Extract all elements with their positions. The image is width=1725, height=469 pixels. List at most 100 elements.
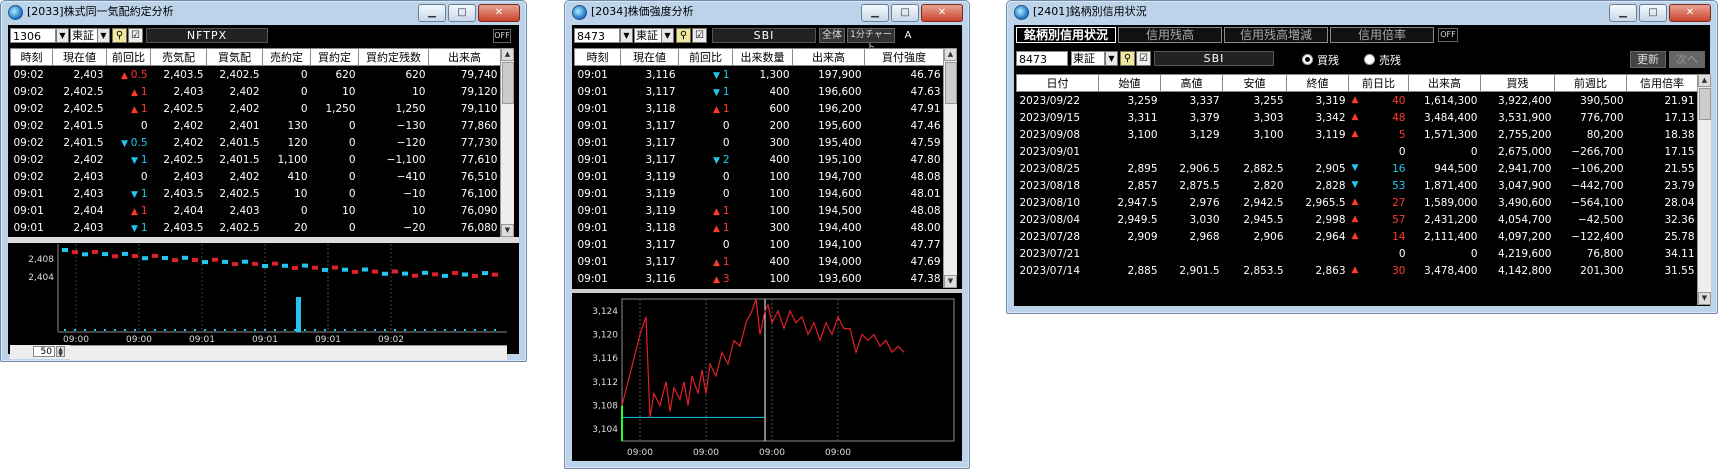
off-toggle[interactable]: OFF bbox=[493, 29, 511, 43]
checkbox-icon[interactable]: ☑ bbox=[128, 28, 143, 43]
search-icon[interactable]: ⚲ bbox=[112, 28, 127, 43]
table-row[interactable]: 09:02 2,402.5 ▲ 1 2,403 2,402 0 10 10 79,120 bbox=[11, 83, 501, 100]
table-row[interactable]: 09:01 3,119 ▲ 1 100 194,500 48.08 bbox=[575, 202, 944, 219]
stock-code-input[interactable]: 1306 bbox=[10, 28, 56, 43]
column-header[interactable]: 買付強度 bbox=[864, 48, 944, 66]
table-row[interactable]: 2023/07/21 0 0 4,219,600 76,800 34.11 bbox=[1017, 245, 1698, 262]
table-row[interactable]: 09:01 3,116 ▼ 1 1,300 197,900 46.76 bbox=[575, 66, 944, 84]
table-row[interactable]: 09:01 2,403 ▼ 1 2,403.5 2,402.5 20 0 −20 76,080 bbox=[11, 219, 501, 236]
column-header[interactable]: 時刻 bbox=[574, 48, 621, 66]
table-row[interactable]: 09:01 3,117 0 100 194,100 47.77 bbox=[575, 236, 944, 253]
table-row[interactable]: 2023/08/10 2,947.5 2,976 2,942.5 2,965.5 ▲ 27 1… bbox=[1017, 194, 1698, 211]
maximize-button[interactable]: □ bbox=[1639, 4, 1667, 22]
table-row[interactable]: 2023/07/14 2,885 2,901.5 2,853.5 2,863 ▲ 30 3,4… bbox=[1017, 262, 1698, 279]
table-scrollbar[interactable]: ▲ ▼ bbox=[943, 48, 957, 288]
column-header[interactable]: 出来高 bbox=[1408, 74, 1481, 92]
table-row[interactable]: 09:01 3,118 ▲ 1 300 194,400 48.00 bbox=[575, 219, 944, 236]
code-dropdown[interactable]: ▼ bbox=[620, 28, 633, 43]
scroll-up-arrow[interactable]: ▲ bbox=[944, 48, 957, 61]
code-dropdown[interactable]: ▼ bbox=[56, 28, 69, 43]
column-header[interactable]: 買残 bbox=[1480, 74, 1555, 92]
column-header[interactable]: 前回比 bbox=[678, 48, 733, 66]
a-button[interactable]: A bbox=[900, 28, 916, 43]
market-dropdown[interactable]: ▼ bbox=[661, 28, 674, 43]
maximize-button[interactable]: □ bbox=[448, 4, 476, 22]
chart-hscrollbar[interactable] bbox=[70, 345, 507, 360]
table-row[interactable]: 09:02 2,402.5 ▲ 1 2,402.5 2,402 0 1,250 1,250 79… bbox=[11, 100, 501, 117]
splitter[interactable] bbox=[8, 237, 519, 243]
close-button[interactable]: ✕ bbox=[921, 4, 963, 22]
tab-margin-balance-change[interactable]: 信用残高増減 bbox=[1224, 27, 1328, 43]
column-header[interactable]: 売気配 bbox=[150, 48, 207, 66]
all-button[interactable]: 全体 bbox=[819, 28, 845, 43]
market-dropdown[interactable]: ▼ bbox=[1105, 51, 1118, 66]
splitter[interactable] bbox=[572, 289, 962, 293]
scroll-up-arrow[interactable]: ▲ bbox=[1698, 74, 1711, 87]
tab-margin-by-stock[interactable]: 銘柄別信用状況 bbox=[1016, 27, 1116, 43]
maximize-button[interactable]: □ bbox=[891, 4, 919, 22]
table-row[interactable]: 09:01 3,117 ▲ 1 400 194,000 47.69 bbox=[575, 253, 944, 270]
column-header[interactable]: 高値 bbox=[1160, 74, 1223, 92]
column-header[interactable]: 現在値 bbox=[620, 48, 679, 66]
market-select[interactable]: 東証 bbox=[70, 28, 98, 43]
column-header[interactable]: 前週比 bbox=[1554, 74, 1627, 92]
zoom-input[interactable]: 50 bbox=[33, 346, 55, 357]
search-icon[interactable]: ⚲ bbox=[1120, 51, 1135, 66]
table-scrollbar[interactable]: ▲ ▼ bbox=[500, 48, 514, 237]
table-row[interactable]: 09:01 2,404 ▲ 1 2,404 2,403 0 10 10 76,090 bbox=[11, 202, 501, 219]
scroll-down-arrow[interactable]: ▼ bbox=[1698, 292, 1711, 305]
column-header[interactable]: 信用倍率 bbox=[1626, 74, 1698, 92]
stock-code-input[interactable]: 8473 bbox=[574, 28, 620, 43]
table-row[interactable]: 09:01 3,116 ▲ 3 100 193,600 47.38 bbox=[575, 270, 944, 287]
market-select[interactable]: 東証 bbox=[1071, 51, 1105, 66]
column-header[interactable]: 買約定残数 bbox=[358, 48, 429, 66]
close-button[interactable]: ✕ bbox=[478, 4, 520, 22]
table-row[interactable]: 2023/08/18 2,857 2,875.5 2,820 2,828 ▼ 53 1,871… bbox=[1017, 177, 1698, 194]
table-row[interactable]: 09:01 3,118 ▲ 1 600 196,200 47.91 bbox=[575, 100, 944, 117]
table-row[interactable]: 2023/09/01 0 0 2,675,000 −266,700 17.15 bbox=[1017, 143, 1698, 160]
off-toggle[interactable]: OFF bbox=[1438, 28, 1458, 42]
table-row[interactable]: 09:01 3,117 0 200 195,600 47.46 bbox=[575, 117, 944, 134]
next-button[interactable]: 次へ bbox=[1669, 51, 1705, 68]
radio-sell-balance[interactable]: 売残 bbox=[1364, 52, 1401, 68]
market-select[interactable]: 東証 bbox=[634, 28, 662, 43]
column-header[interactable]: 売約定 bbox=[262, 48, 311, 66]
column-header[interactable]: 安値 bbox=[1222, 74, 1287, 92]
column-header[interactable]: 始値 bbox=[1098, 74, 1161, 92]
column-header[interactable]: 時刻 bbox=[10, 48, 53, 66]
column-header[interactable]: 出来高 bbox=[792, 48, 865, 66]
scroll-down-arrow[interactable]: ▼ bbox=[501, 224, 514, 237]
window2-titlebar[interactable]: [2034]株価強度分析 ▁ □ ✕ bbox=[565, 1, 969, 23]
table-row[interactable]: 09:02 2,402 ▼ 1 2,402.5 2,401.5 1,100 0 −1,100 7… bbox=[11, 151, 501, 168]
column-header[interactable]: 出来高 bbox=[428, 48, 501, 66]
scroll-thumb[interactable] bbox=[1699, 88, 1711, 120]
scroll-up-arrow[interactable]: ▲ bbox=[501, 48, 514, 61]
scroll-down-arrow[interactable]: ▼ bbox=[944, 275, 957, 288]
table-row[interactable]: 2023/07/28 2,909 2,968 2,906 2,964 ▲ 14 2,111,4… bbox=[1017, 228, 1698, 245]
tab-margin-ratio[interactable]: 信用倍率 bbox=[1330, 27, 1434, 43]
table-row[interactable]: 2023/08/25 2,895 2,906.5 2,882.5 2,905 ▼ 16 944… bbox=[1017, 160, 1698, 177]
column-header[interactable]: 終値 bbox=[1286, 74, 1349, 92]
minimize-button[interactable]: ▁ bbox=[1609, 4, 1637, 22]
column-header[interactable]: 前日比 bbox=[1348, 74, 1409, 92]
one-minute-chart-button[interactable]: 1分チャート bbox=[847, 28, 895, 53]
column-header[interactable]: 前回比 bbox=[106, 48, 151, 66]
market-dropdown[interactable]: ▼ bbox=[97, 28, 110, 43]
stock-code-input[interactable]: 8473 bbox=[1016, 51, 1068, 66]
scroll-thumb[interactable] bbox=[945, 62, 957, 104]
column-header[interactable]: 現在値 bbox=[52, 48, 107, 66]
table-row[interactable]: 09:01 3,117 0 300 195,400 47.59 bbox=[575, 134, 944, 151]
table-row[interactable]: 09:02 2,403 0 2,403 2,402 410 0 −410 76,510 bbox=[11, 168, 501, 185]
table-row[interactable]: 09:01 3,117 ▼ 2 400 195,100 47.80 bbox=[575, 151, 944, 168]
table-row[interactable]: 09:02 2,401.5 0 2,402 2,401 130 0 −130 77,860 bbox=[11, 117, 501, 134]
column-header[interactable]: 日付 bbox=[1016, 74, 1099, 92]
scroll-thumb[interactable] bbox=[502, 62, 514, 104]
radio-buy-balance[interactable]: 買残 bbox=[1302, 52, 1339, 68]
table-row[interactable]: 09:02 2,401.5 ▼ 0.5 2,402 2,401.5 120 0 −120 77,… bbox=[11, 134, 501, 151]
table-row[interactable]: 2023/09/22 3,259 3,337 3,255 3,319 ▲ 40 1,614,3… bbox=[1017, 92, 1698, 110]
checkbox-icon[interactable]: ☑ bbox=[1136, 51, 1151, 66]
table-row[interactable]: 09:02 2,403 ▲ 0.5 2,403.5 2,402.5 0 620 620 79,7… bbox=[11, 66, 501, 84]
table-row[interactable]: 09:01 3,119 0 100 194,600 48.01 bbox=[575, 185, 944, 202]
zoom-spinner[interactable]: ▲ ▼ bbox=[56, 346, 65, 358]
window3-titlebar[interactable]: [2401]銘柄別信用状況 ▁ □ ✕ bbox=[1007, 1, 1717, 23]
